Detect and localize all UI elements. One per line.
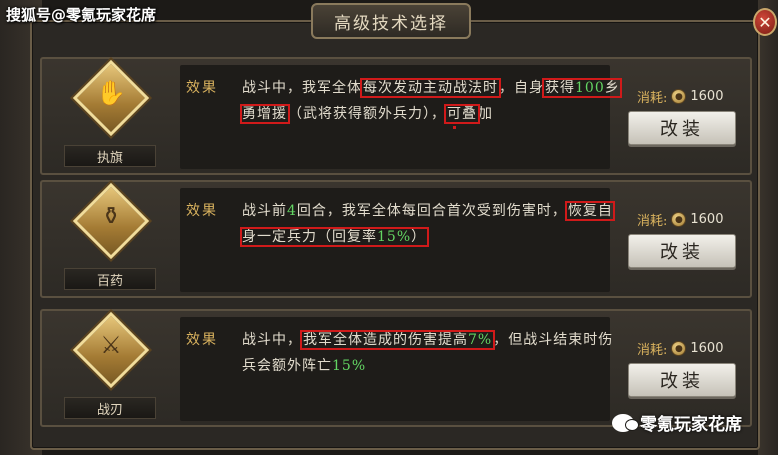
cost-value: 1600 xyxy=(690,341,724,356)
desc-text: ，自身 xyxy=(499,80,544,96)
effect-description: 战斗中，我军全体造成的伤害提高7%，但战斗结束时伤兵会额外阵亡15% xyxy=(242,327,622,379)
desc-text: ， xyxy=(431,106,446,122)
value-green: 7% xyxy=(468,332,493,348)
tech-card-baiyao[interactable]: ⚱ 百药 效果 战斗前4回合，我军全体每回合首次受到伤害时，恢复自身一定兵力（回… xyxy=(40,180,752,298)
war-blade-icon: ⚔ xyxy=(100,331,122,359)
cost-value: 1600 xyxy=(690,212,724,227)
desc-text: 获得 xyxy=(545,80,575,96)
tech-card-zhiqi[interactable]: ✋ 执旗 效果 战斗中，我军全体每次发动主动战法时，自身获得100乡勇增援（武将… xyxy=(40,57,752,175)
tech-name: 百药 xyxy=(64,268,156,290)
medicine-gourd-icon: ⚱ xyxy=(100,202,122,230)
watermark-text: 零氪玩家花席 xyxy=(640,415,742,435)
desc-text: 回合，我军全体每回合首次受到伤害时， xyxy=(296,203,567,219)
effect-label: 效果 xyxy=(186,203,218,219)
desc-text: 战斗中， xyxy=(242,332,302,348)
cost-display: 消耗: ● 1600 xyxy=(637,339,747,358)
effect-label: 效果 xyxy=(186,80,218,96)
tech-name: 执旗 xyxy=(64,145,156,167)
cost-value: 1600 xyxy=(690,89,724,104)
highlight-damage: 我军全体造成的伤害提高7% xyxy=(299,330,496,350)
panel-title: 高级技术选择 xyxy=(334,13,448,34)
coin-icon: ● xyxy=(671,341,687,356)
cost-label: 消耗: xyxy=(637,214,668,229)
modify-button[interactable]: 改装 xyxy=(628,111,736,145)
cost-display: 消耗: ● 1600 xyxy=(637,87,747,106)
effect-label: 效果 xyxy=(186,332,218,348)
title-plate: 高级技术选择 xyxy=(311,3,471,39)
desc-text: ） xyxy=(411,229,427,245)
tech-icon: ⚔ xyxy=(72,311,152,401)
highlight-stackable: 可叠 xyxy=(444,104,480,124)
cost-display: 消耗: ● 1600 xyxy=(637,210,747,229)
tech-name: 战刃 xyxy=(64,397,156,419)
cost-label: 消耗: xyxy=(637,343,668,358)
coin-icon: ● xyxy=(671,212,687,227)
close-button[interactable]: ✕ xyxy=(753,8,777,36)
close-icon: ✕ xyxy=(758,12,772,32)
wechat-watermark: 零氪玩家花席 xyxy=(612,410,742,435)
tech-icon: ✋ xyxy=(72,59,152,149)
value-green: 15% xyxy=(377,229,412,245)
tech-icon: ⚱ xyxy=(72,182,152,272)
modify-button[interactable]: 改装 xyxy=(628,363,736,397)
highlight-trigger: 每次发动主动战法时 xyxy=(360,78,501,98)
effect-description: 战斗前4回合，我军全体每回合首次受到伤害时，恢复自身一定兵力（回复率15%） xyxy=(240,198,622,250)
cost-label: 消耗: xyxy=(637,91,668,106)
desc-text: 战斗前 xyxy=(242,203,287,219)
background-right xyxy=(758,0,778,455)
red-mark xyxy=(453,126,456,129)
source-watermark: 搜狐号@零氪玩家花席 xyxy=(6,6,157,24)
desc-text: （武将获得额外兵力） xyxy=(288,106,431,122)
coin-icon: ● xyxy=(671,89,687,104)
value-green: 4 xyxy=(287,203,297,219)
modify-button[interactable]: 改装 xyxy=(628,234,736,268)
value-green: 100 xyxy=(575,80,605,96)
desc-text: 战斗中，我军全体 xyxy=(242,80,362,96)
wechat-icon xyxy=(612,413,638,432)
value-green: 15% xyxy=(332,358,367,374)
effect-description: 战斗中，我军全体每次发动主动战法时，自身获得100乡勇增援（武将获得额外兵力），… xyxy=(240,75,622,127)
desc-text: 加 xyxy=(478,106,493,122)
desc-text: 我军全体造成的伤害提高 xyxy=(303,332,468,348)
flag-hand-icon: ✋ xyxy=(96,79,126,107)
